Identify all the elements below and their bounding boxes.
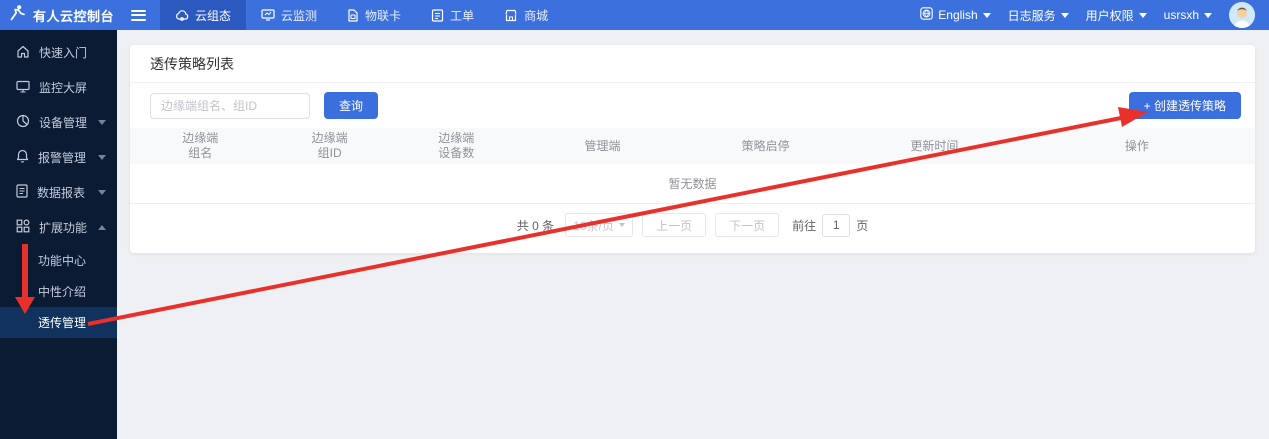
nav-mall[interactable]: 商城 [489,0,563,30]
create-policy-button[interactable]: + 创建透传策略 [1129,92,1241,119]
nav-label: 工单 [450,7,474,24]
table-header-cell: 更新时间 [850,128,1019,164]
sidebar-item-label: 设备管理 [39,114,87,131]
table-header-cell: 策略启停 [681,128,850,164]
prev-page-button[interactable]: 上一页 [642,213,706,237]
table-header-row: 边缘端 组名 边缘端 组ID 边缘端 设备数 管理端 策略启停 更新时间 操作 [130,128,1255,164]
pagination-total: 共 0 条 [517,217,554,234]
submenu-item-function-center[interactable]: 功能中心 [0,245,117,276]
submenu-item-label: 中性介绍 [38,283,86,300]
table-header-cell: 边缘端 组名 [130,128,271,164]
sidebar: 快速入门 监控大屏 设备管理 报警管理 数据报表 扩展功能 功能中心 中性介绍 … [0,30,117,439]
pagination: 共 0 条 10条/页 上一页 下一页 前往 页 [130,204,1255,246]
page-title: 透传策略列表 [130,45,1255,83]
screen-icon [16,80,30,96]
work-order-icon [431,9,444,22]
logo-icon [9,4,26,26]
chevron-down-icon [1204,13,1212,18]
log-service-label: 日志服务 [1008,7,1056,24]
table-header-cell: 管理端 [524,128,682,164]
grid-icon [16,219,30,236]
empty-state: 暂无数据 [130,164,1255,204]
sidebar-item-label: 数据报表 [37,184,85,201]
username-label: usrsxh [1164,8,1199,22]
table-header-cell: 边缘端 组ID [271,128,389,164]
goto-suffix-label: 页 [856,217,868,234]
sidebar-item-label: 监控大屏 [39,79,87,96]
goto-page: 前往 页 [792,214,868,237]
sidebar-item-alarm-management[interactable]: 报警管理 [0,140,117,175]
language-label: English [938,8,977,22]
submenu-item-label: 透传管理 [38,314,86,331]
sidebar-item-label: 报警管理 [38,149,86,166]
sidebar-item-data-report[interactable]: 数据报表 [0,175,117,210]
table-header-cell: 操作 [1019,128,1255,164]
table-header-cell: 边缘端 设备数 [389,128,524,164]
top-navigation: 云组态 云监测 物联卡 工单 商城 [160,0,563,30]
sidebar-item-label: 快速入门 [39,44,87,61]
menu-toggle-icon[interactable] [131,10,146,21]
cloud-icon [175,9,189,21]
content-card: 透传策略列表 查询 + 创建透传策略 边缘端 组名 边缘端 组ID 边缘端 设备… [130,45,1255,253]
search-button[interactable]: 查询 [324,92,378,119]
chevron-up-icon [98,225,106,230]
nav-label: 云组态 [195,7,231,24]
sidebar-item-label: 扩展功能 [39,219,87,236]
store-icon [504,9,518,22]
brand-title: 有人云控制台 [33,6,114,25]
log-service-menu[interactable]: 日志服务 [1008,7,1069,24]
nav-iot-card[interactable]: 物联卡 [332,0,416,30]
submenu-item-passthrough-management[interactable]: 透传管理 [0,307,117,338]
page-size-label: 10条/页 [573,217,614,234]
sim-card-icon [347,9,359,22]
goto-page-input[interactable] [822,214,850,237]
chevron-down-icon [98,190,106,195]
nav-work-order[interactable]: 工单 [416,0,489,30]
chevron-down-icon [983,13,991,18]
nav-label: 云监测 [281,7,317,24]
report-icon [16,184,28,201]
alarm-bell-icon [16,149,29,166]
sidebar-item-quick-start[interactable]: 快速入门 [0,35,117,70]
nav-cloud-config[interactable]: 云组态 [160,0,246,30]
next-page-button[interactable]: 下一页 [715,213,779,237]
avatar[interactable] [1229,2,1255,28]
brand: 有人云控制台 [0,4,146,26]
page-size-select[interactable]: 10条/页 [565,213,633,237]
sidebar-item-device-management[interactable]: 设备管理 [0,105,117,140]
toolbar: 查询 + 创建透传策略 [130,83,1255,128]
globe-icon [920,7,933,23]
submenu-item-neutral-intro[interactable]: 中性介绍 [0,276,117,307]
sidebar-item-dashboard[interactable]: 监控大屏 [0,70,117,105]
topbar-right: English 日志服务 用户权限 usrsxh [920,2,1269,28]
user-permission-menu[interactable]: 用户权限 [1086,7,1147,24]
pie-chart-icon [16,114,30,131]
nav-cloud-monitor[interactable]: 云监测 [246,0,332,30]
home-icon [16,45,30,61]
chevron-down-icon [98,155,106,160]
chevron-down-icon [619,223,625,227]
topbar: 有人云控制台 云组态 云监测 物联卡 工单 商城 English [0,0,1269,30]
monitor-icon [261,9,275,21]
user-permission-label: 用户权限 [1086,7,1134,24]
search-input[interactable] [150,93,310,119]
submenu-item-label: 功能中心 [38,252,86,269]
chevron-down-icon [1061,13,1069,18]
nav-label: 物联卡 [365,7,401,24]
chevron-down-icon [1139,13,1147,18]
goto-prefix-label: 前往 [792,217,816,234]
language-selector[interactable]: English [920,7,990,23]
sidebar-item-extended-functions[interactable]: 扩展功能 [0,210,117,245]
chevron-down-icon [98,120,106,125]
username-menu[interactable]: usrsxh [1164,8,1212,22]
main-content: 透传策略列表 查询 + 创建透传策略 边缘端 组名 边缘端 组ID 边缘端 设备… [117,30,1269,439]
nav-label: 商城 [524,7,548,24]
